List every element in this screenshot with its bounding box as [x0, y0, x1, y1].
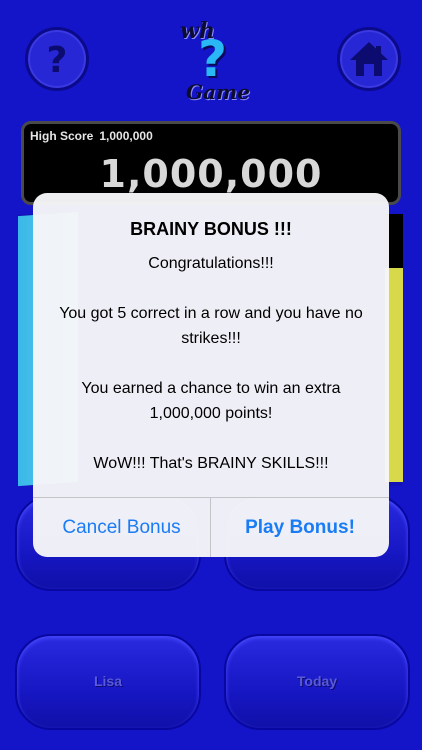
alert-line-congrats: Congratulations!!! — [148, 255, 274, 272]
app-logo: wh ? Game — [172, 14, 250, 112]
question-circle-icon: ? — [47, 40, 68, 81]
svg-text:?: ? — [47, 40, 68, 81]
play-bonus-button[interactable]: Play Bonus! — [211, 498, 389, 557]
high-score-value: 1,000,000 — [99, 129, 153, 143]
answer-button-today[interactable]: Today — [224, 634, 410, 730]
today-label: Today — [296, 673, 338, 689]
alert-line-skills: WoW!!! That's BRAINY SKILLS!!! — [93, 455, 329, 472]
alert-title: BRAINY BONUS !!! — [130, 219, 292, 239]
help-button[interactable]: ? — [25, 27, 89, 91]
answer-button-lisa[interactable]: Lisa — [15, 634, 201, 730]
lisa-label: Lisa — [93, 673, 122, 689]
high-score-label: High Score 1,000,000 — [30, 129, 159, 143]
logo-game: Game — [186, 80, 250, 104]
current-score: 1,000,000 — [99, 152, 323, 196]
alert-line-streak: You got 5 correct in a row and you have … — [59, 305, 363, 347]
high-score-title: High Score — [30, 129, 94, 143]
home-button[interactable] — [337, 27, 401, 91]
cancel-bonus-button[interactable]: Cancel Bonus — [33, 498, 210, 557]
brainy-bonus-alert: BRAINY BONUS !!! Congratulations!!! You … — [33, 193, 389, 557]
alert-line-chance: You earned a chance to win an extra 1,00… — [81, 380, 341, 422]
alert-message: Congratulations!!! You got 5 correct in … — [51, 251, 371, 476]
home-icon — [350, 42, 388, 76]
